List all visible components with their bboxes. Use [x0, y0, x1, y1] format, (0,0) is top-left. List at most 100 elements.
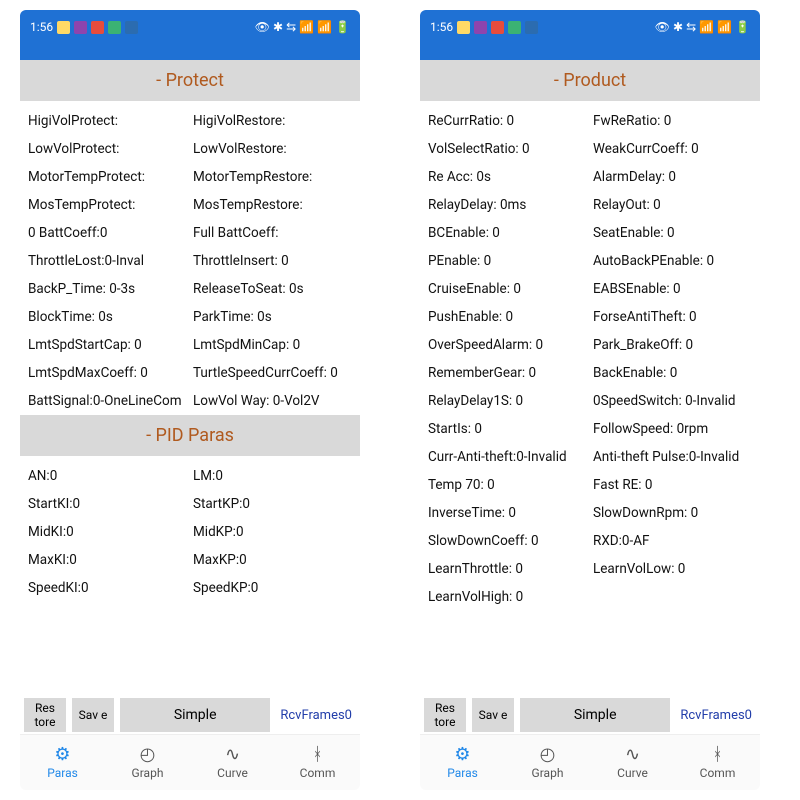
save-button[interactable]: Sav e: [72, 698, 114, 732]
param-cell[interactable]: ForseAntiTheft: 0: [593, 303, 752, 331]
nav-graph[interactable]: ◴ Graph: [505, 735, 590, 790]
battery-icon: 🔋: [735, 20, 750, 34]
nav-comm[interactable]: ᚼ Comm: [675, 735, 760, 790]
param-cell[interactable]: Fast RE: 0: [593, 471, 752, 499]
param-cell[interactable]: HigiVolRestore:: [193, 107, 352, 135]
param-cell[interactable]: MotorTempProtect:: [28, 163, 187, 191]
param-cell[interactable]: SpeedKP:0: [193, 574, 352, 602]
param-cell[interactable]: RXD:0-AF: [593, 527, 752, 555]
mail-icon: [91, 21, 104, 34]
param-cell[interactable]: VolSelectRatio: 0: [428, 135, 587, 163]
save-button[interactable]: Sav e: [472, 698, 514, 732]
param-cell[interactable]: MosTempRestore:: [193, 191, 352, 219]
param-cell[interactable]: StartKP:0: [193, 490, 352, 518]
param-cell[interactable]: SeatEnable: 0: [593, 219, 752, 247]
param-cell[interactable]: RelayDelay: 0ms: [428, 191, 587, 219]
param-cell[interactable]: Park_BrakeOff: 0: [593, 331, 752, 359]
nav-graph[interactable]: ◴ Graph: [105, 735, 190, 790]
param-cell[interactable]: MidKI:0: [28, 518, 187, 546]
simple-button[interactable]: Simple: [520, 698, 670, 732]
param-cell[interactable]: BlockTime: 0s: [28, 303, 187, 331]
nav-paras[interactable]: ⚙ Paras: [420, 735, 505, 790]
param-cell[interactable]: SlowDownRpm: 0: [593, 499, 752, 527]
param-cell[interactable]: LmtSpdMaxCoeff: 0: [28, 359, 187, 387]
nav-curve[interactable]: ∿ Curve: [190, 735, 275, 790]
param-cell[interactable]: RelayDelay1S: 0: [428, 387, 587, 415]
bluetooth-icon: ᚼ: [712, 746, 723, 764]
phone-right: 1:56 👁 ✱ ⇆ 📶 📶 🔋 - Product ReCurrRatio: …: [420, 10, 760, 790]
param-cell[interactable]: TurtleSpeedCurrCoeff: 0: [193, 359, 352, 387]
bluetooth-icon: ᚼ: [312, 746, 323, 764]
signal-icon: 📶: [299, 20, 314, 34]
param-cell[interactable]: HigiVolProtect:: [28, 107, 187, 135]
param-cell[interactable]: LowVolRestore:: [193, 135, 352, 163]
param-cell[interactable]: ThrottleInsert: 0: [193, 247, 352, 275]
param-cell[interactable]: LM:0: [193, 462, 352, 490]
nav-paras[interactable]: ⚙ Paras: [20, 735, 105, 790]
restore-button[interactable]: Res tore: [424, 698, 466, 732]
param-cell[interactable]: LearnVolLow: 0: [593, 555, 752, 583]
param-cell[interactable]: LearnVolHigh: 0: [428, 583, 587, 611]
param-cell[interactable]: Full BattCoeff:: [193, 219, 352, 247]
param-cell[interactable]: LowVolProtect:: [28, 135, 187, 163]
product-params[interactable]: ReCurrRatio: 0FwReRatio: 0VolSelectRatio…: [420, 101, 760, 694]
param-cell[interactable]: InverseTime: 0: [428, 499, 587, 527]
param-cell[interactable]: MidKP:0: [193, 518, 352, 546]
mail-icon: [491, 21, 504, 34]
wave-icon: ∿: [225, 746, 240, 764]
param-cell[interactable]: MaxKI:0: [28, 546, 187, 574]
param-cell[interactable]: ParkTime: 0s: [193, 303, 352, 331]
rcv-frames-label: RcvFrames0: [676, 708, 756, 723]
restore-button[interactable]: Res tore: [24, 698, 66, 732]
nav-comm[interactable]: ᚼ Comm: [275, 735, 360, 790]
protect-params[interactable]: HigiVolProtect:HigiVolRestore:LowVolProt…: [20, 101, 360, 415]
param-cell[interactable]: MosTempProtect:: [28, 191, 187, 219]
param-cell[interactable]: CruiseEnable: 0: [428, 275, 587, 303]
param-cell[interactable]: LmtSpdStartCap: 0: [28, 331, 187, 359]
param-cell[interactable]: BackP_Time: 0-3s: [28, 275, 187, 303]
param-cell[interactable]: Curr-Anti-theft:0-Invalid: [428, 443, 587, 471]
param-cell[interactable]: AN:0: [28, 462, 187, 490]
param-cell[interactable]: ThrottleLost:0-Inval: [28, 247, 187, 275]
param-cell[interactable]: ReleaseToSeat: 0s: [193, 275, 352, 303]
section-header-protect: - Protect: [20, 60, 360, 101]
section-header-pid: - PID Paras: [20, 415, 360, 456]
param-cell[interactable]: Re Acc: 0s: [428, 163, 587, 191]
param-cell[interactable]: 0 BattCoeff:0: [28, 219, 187, 247]
param-cell[interactable]: Anti-theft Pulse:0-Invalid: [593, 443, 752, 471]
gauge-icon: ◴: [540, 746, 556, 764]
param-cell[interactable]: WeakCurrCoeff: 0: [593, 135, 752, 163]
param-cell[interactable]: PushEnable: 0: [428, 303, 587, 331]
wifi-icon: ⇆: [686, 20, 696, 34]
param-cell[interactable]: SlowDownCoeff: 0: [428, 527, 587, 555]
param-cell[interactable]: BackEnable: 0: [593, 359, 752, 387]
param-cell[interactable]: Temp 70: 0: [428, 471, 587, 499]
param-cell[interactable]: 0SpeedSwitch: 0-Invalid: [593, 387, 752, 415]
param-cell[interactable]: ReCurrRatio: 0: [428, 107, 587, 135]
param-cell[interactable]: LmtSpdMinCap: 0: [193, 331, 352, 359]
param-cell[interactable]: SpeedKI:0: [28, 574, 187, 602]
param-cell[interactable]: OverSpeedAlarm: 0: [428, 331, 587, 359]
simple-button[interactable]: Simple: [120, 698, 270, 732]
param-cell[interactable]: StartKI:0: [28, 490, 187, 518]
param-cell[interactable]: PEnable: 0: [428, 247, 587, 275]
param-cell[interactable]: StartIs: 0: [428, 415, 587, 443]
param-cell[interactable]: MaxKP:0: [193, 546, 352, 574]
param-cell[interactable]: MotorTempRestore:: [193, 163, 352, 191]
param-cell[interactable]: EABSEnable: 0: [593, 275, 752, 303]
param-cell[interactable]: BCEnable: 0: [428, 219, 587, 247]
param-cell[interactable]: RememberGear: 0: [428, 359, 587, 387]
bottom-nav: ⚙ Paras ◴ Graph ∿ Curve ᚼ Comm: [20, 734, 360, 790]
param-cell[interactable]: LowVol Way: 0-Vol2V: [193, 387, 352, 415]
more-icon: [125, 21, 138, 34]
param-cell[interactable]: AutoBackPEnable: 0: [593, 247, 752, 275]
param-cell[interactable]: [593, 583, 752, 611]
param-cell[interactable]: RelayOut: 0: [593, 191, 752, 219]
param-cell[interactable]: FwReRatio: 0: [593, 107, 752, 135]
pid-params[interactable]: AN:0LM:0StartKI:0StartKP:0MidKI:0MidKP:0…: [20, 456, 360, 694]
param-cell[interactable]: BattSignal:0-OneLineCom: [28, 387, 187, 415]
param-cell[interactable]: FollowSpeed: 0rpm: [593, 415, 752, 443]
nav-curve[interactable]: ∿ Curve: [590, 735, 675, 790]
param-cell[interactable]: LearnThrottle: 0: [428, 555, 587, 583]
param-cell[interactable]: AlarmDelay: 0: [593, 163, 752, 191]
